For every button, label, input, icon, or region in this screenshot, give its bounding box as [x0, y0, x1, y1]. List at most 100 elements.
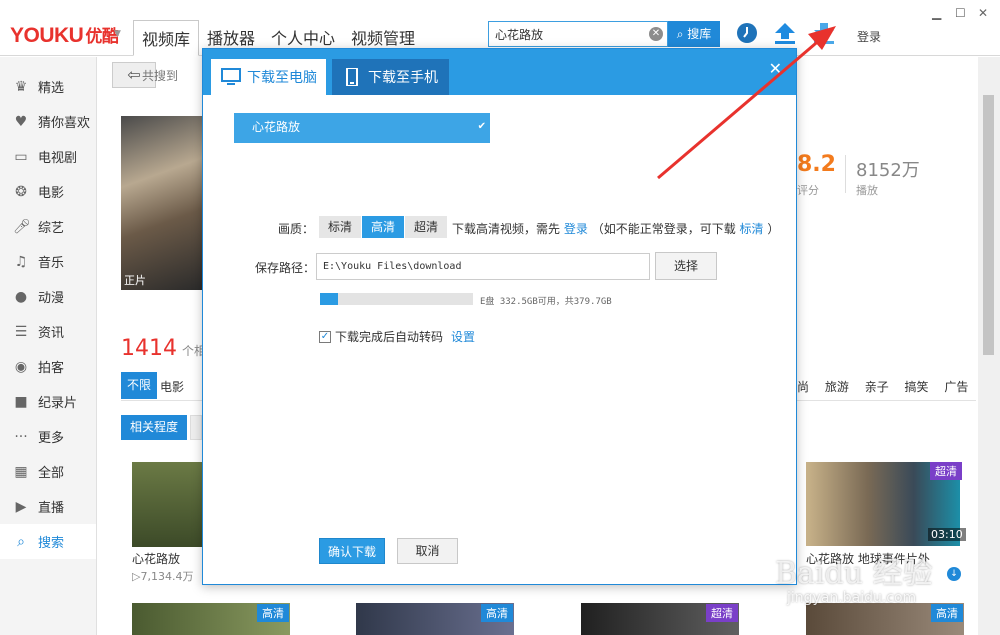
sidebar-item-label: 直播 — [38, 501, 65, 516]
tab-label: 下载至手机 — [368, 70, 438, 86]
video-thumbnail[interactable] — [132, 462, 204, 547]
youku-logo[interactable]: YOUKU 优酷 — [10, 22, 119, 48]
search-button[interactable]: ⌕ 搜库 — [668, 21, 720, 47]
tab-download-to-pc[interactable]: 下载至电脑 — [211, 59, 326, 95]
quality-option-super-hd[interactable]: 超清 — [405, 216, 447, 238]
quality-badge: 高清 — [257, 604, 289, 622]
stats-divider — [845, 155, 846, 193]
clear-search-icon[interactable]: ✕ — [649, 27, 663, 41]
login-link[interactable]: 登录 — [564, 222, 588, 236]
download-icon[interactable] — [813, 22, 835, 44]
search-icon: ⌕ — [676, 27, 684, 41]
video-title-selector[interactable]: 心花路放 ✔ — [234, 113, 490, 143]
sidebar-item-tv-series[interactable]: ▭ 电视剧 — [0, 139, 96, 174]
sidebar-item-music[interactable]: ♫ 音乐 — [0, 244, 96, 279]
play-count-label: 播放 — [856, 184, 878, 197]
play-count: 8152万 — [856, 160, 920, 181]
disk-usage-bar — [320, 293, 473, 305]
sidebar-item-more[interactable]: ··· 更多 — [0, 419, 96, 454]
monitor-icon — [221, 68, 241, 85]
movie-poster[interactable]: 正片 — [121, 116, 205, 290]
save-path-field[interactable]: E:\Youku Files\download — [316, 253, 650, 280]
filter-movie[interactable]: 电影 — [160, 378, 184, 395]
sidebar-item-label: 动漫 — [38, 291, 65, 306]
close-window-icon[interactable]: ✕ — [978, 6, 988, 20]
history-clock-icon[interactable] — [736, 22, 758, 44]
sidebar-item-label: 搜索 — [38, 536, 65, 551]
auto-convert-row: ✓ 下载完成后自动转码 设置 — [319, 328, 475, 345]
sidebar-item-documentary[interactable]: ■ 纪录片 — [0, 384, 96, 419]
video-meta: 7,134.4万 — [140, 570, 194, 583]
search-box: ✕ — [488, 21, 668, 47]
logo-dropdown-icon[interactable]: ▼ — [114, 29, 121, 39]
filter-travel[interactable]: 旅游 — [825, 380, 849, 394]
baidu-watermark-url: jingyan.baidu.com — [787, 590, 917, 606]
rating-score: 8.2 — [797, 152, 836, 177]
maximize-icon[interactable]: ☐ — [955, 6, 966, 20]
search-input[interactable] — [489, 22, 639, 46]
result-count: 1414 — [121, 336, 177, 361]
filter-funny[interactable]: 搞笑 — [905, 380, 929, 394]
download-circle-icon[interactable]: ↓ — [947, 567, 961, 581]
filter-family[interactable]: 亲子 — [865, 380, 889, 394]
sidebar-item-news[interactable]: ☰ 资讯 — [0, 314, 96, 349]
sidebar-item-featured[interactable]: ♛ 精选 — [0, 69, 96, 104]
sidebar-item-paike[interactable]: ◉ 拍客 — [0, 349, 96, 384]
sidebar-item-anime[interactable]: ● 动漫 — [0, 279, 96, 314]
login-link[interactable]: 登录 — [857, 28, 881, 45]
quality-badge: 超清 — [706, 604, 738, 622]
sidebar-item-label: 更多 — [38, 431, 65, 446]
sort-relevance[interactable]: 相关程度 — [121, 415, 187, 440]
auto-convert-checkbox[interactable]: ✓ — [319, 330, 331, 343]
more-dots-icon: ··· — [14, 428, 28, 445]
baidu-watermark: Baidu 经验 — [775, 556, 933, 591]
camera-icon: ◉ — [14, 358, 28, 375]
cancel-button[interactable]: 取消 — [397, 538, 458, 564]
sidebar-item-live[interactable]: ▶ 直播 — [0, 489, 96, 524]
sort-latest[interactable] — [190, 415, 202, 440]
sidebar-item-recommended[interactable]: ♥ 猜你喜欢 — [0, 104, 96, 139]
nav-video-library[interactable]: 视频库 — [133, 20, 200, 56]
video-title[interactable]: 心花路放 — [132, 550, 180, 567]
sidebar-item-label: 纪录片 — [38, 396, 78, 411]
live-icon: ▶ — [15, 498, 27, 515]
minimize-icon[interactable]: ▁ — [932, 6, 941, 20]
auto-convert-label: 下载完成后自动转码 — [335, 330, 444, 344]
sidebar-item-label: 资讯 — [38, 326, 65, 341]
sidebar-item-label: 拍客 — [38, 361, 65, 376]
disk-space-text: E盘 332.5GB可用，共379.7GB — [480, 297, 612, 307]
sidebar-item-label: 综艺 — [38, 221, 65, 236]
filter-fashion[interactable]: 尚 — [797, 380, 809, 394]
sidebar-item-label: 精选 — [38, 81, 65, 96]
quality-option-sd[interactable]: 标清 — [319, 216, 361, 238]
bear-icon: ● — [14, 288, 28, 305]
rating-label: 评分 — [797, 184, 819, 197]
video-title-label: 心花路放 — [252, 120, 301, 134]
upload-icon[interactable] — [774, 22, 796, 44]
sidebar-item-movies[interactable]: ❂ 电影 — [0, 174, 96, 209]
choose-folder-button[interactable]: 选择 — [655, 252, 717, 280]
news-icon: ☰ — [14, 323, 28, 340]
sidebar-item-label: 电影 — [38, 186, 65, 201]
dialog-close-icon[interactable]: ✕ — [769, 59, 782, 78]
quality-option-hd[interactable]: 高清 — [362, 216, 404, 238]
filter-ads[interactable]: 广告 — [944, 380, 968, 394]
scrollbar-thumb[interactable] — [983, 95, 994, 355]
settings-link[interactable]: 设置 — [451, 328, 475, 345]
dialog-header: 下载至电脑 下载至手机 ✕ — [203, 49, 796, 95]
sidebar-item-all[interactable]: ▦ 全部 — [0, 454, 96, 489]
tab-download-to-phone[interactable]: 下载至手机 — [332, 59, 449, 95]
sidebar-item-label: 电视剧 — [38, 151, 78, 166]
category-filters: 尚 旅游 亲子 搞笑 广告 — [797, 378, 980, 395]
tv-icon: ▭ — [14, 148, 28, 165]
confirm-download-button[interactable]: 确认下载 — [319, 538, 385, 564]
sidebar-item-label: 音乐 — [38, 256, 65, 271]
filter-all[interactable]: 不限 — [121, 372, 157, 399]
sidebar-item-variety[interactable]: 🎤︎ 综艺 — [0, 209, 96, 244]
sidebar-item-search[interactable]: ⌕ 搜索 — [0, 524, 96, 559]
medal-icon: ♛ — [14, 78, 28, 95]
search-icon: ⌕ — [17, 533, 25, 550]
dialog-body: 心花路放 ✔ 画质： 标清 高清 超清 下载高清视频，需先 登录 （如不能正常登… — [203, 95, 796, 584]
sd-download-link[interactable]: 标清 — [740, 222, 764, 236]
quality-badge: 高清 — [481, 604, 513, 622]
